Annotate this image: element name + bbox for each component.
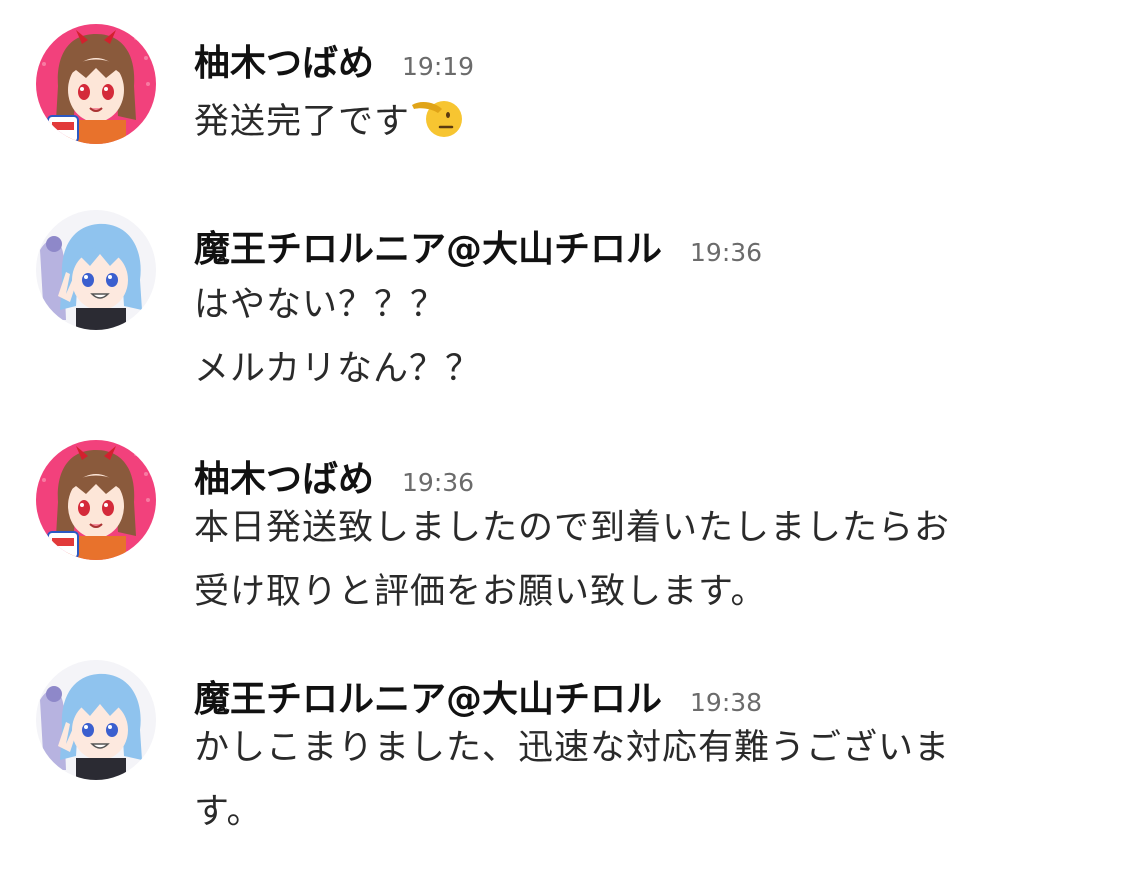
message-line: かしこまりました、迅速な対応有難うございま <box>194 728 951 768</box>
tsubame-avatar-image <box>36 440 156 560</box>
author-name[interactable]: 柚木つばめ <box>194 459 374 500</box>
timestamp: 19:36 <box>402 468 475 497</box>
timestamp: 19:36 <box>690 238 763 267</box>
avatar-tsubame[interactable] <box>36 440 156 560</box>
message-line: 発送完了です <box>194 102 411 142</box>
message-header: 柚木つばめ 19:19 <box>194 34 474 86</box>
avatar-tsubame[interactable] <box>36 24 156 144</box>
message-line: はやない？？？ <box>194 285 447 325</box>
avatar-tirol[interactable] <box>36 210 156 330</box>
author-name[interactable]: 魔王チロルニア@大山チロル <box>194 679 662 720</box>
tirol-avatar-image <box>36 660 156 780</box>
timestamp: 19:19 <box>402 52 475 81</box>
tirol-avatar-image <box>36 210 156 330</box>
message-line: 受け取りと評価をお願い致します。 <box>194 572 767 612</box>
message-header: 魔王チロルニア@大山チロル 19:36 <box>194 220 762 272</box>
message-header: 柚木つばめ 19:36 <box>194 450 474 502</box>
avatar-tirol[interactable] <box>36 660 156 780</box>
message-line: メルカリなん？？ <box>194 349 481 389</box>
message-line: 本日発送致しましたので到着いたしましたらお <box>194 508 951 548</box>
message-line: す。 <box>194 792 263 832</box>
timestamp: 19:38 <box>690 688 763 717</box>
saluting-face-emoji-icon <box>410 95 463 139</box>
author-name[interactable]: 柚木つばめ <box>194 43 374 84</box>
message-header: 魔王チロルニア@大山チロル 19:38 <box>194 670 762 722</box>
message-text: 発送完了です <box>194 93 463 144</box>
author-name[interactable]: 魔王チロルニア@大山チロル <box>194 229 662 270</box>
tsubame-avatar-image <box>36 24 156 144</box>
